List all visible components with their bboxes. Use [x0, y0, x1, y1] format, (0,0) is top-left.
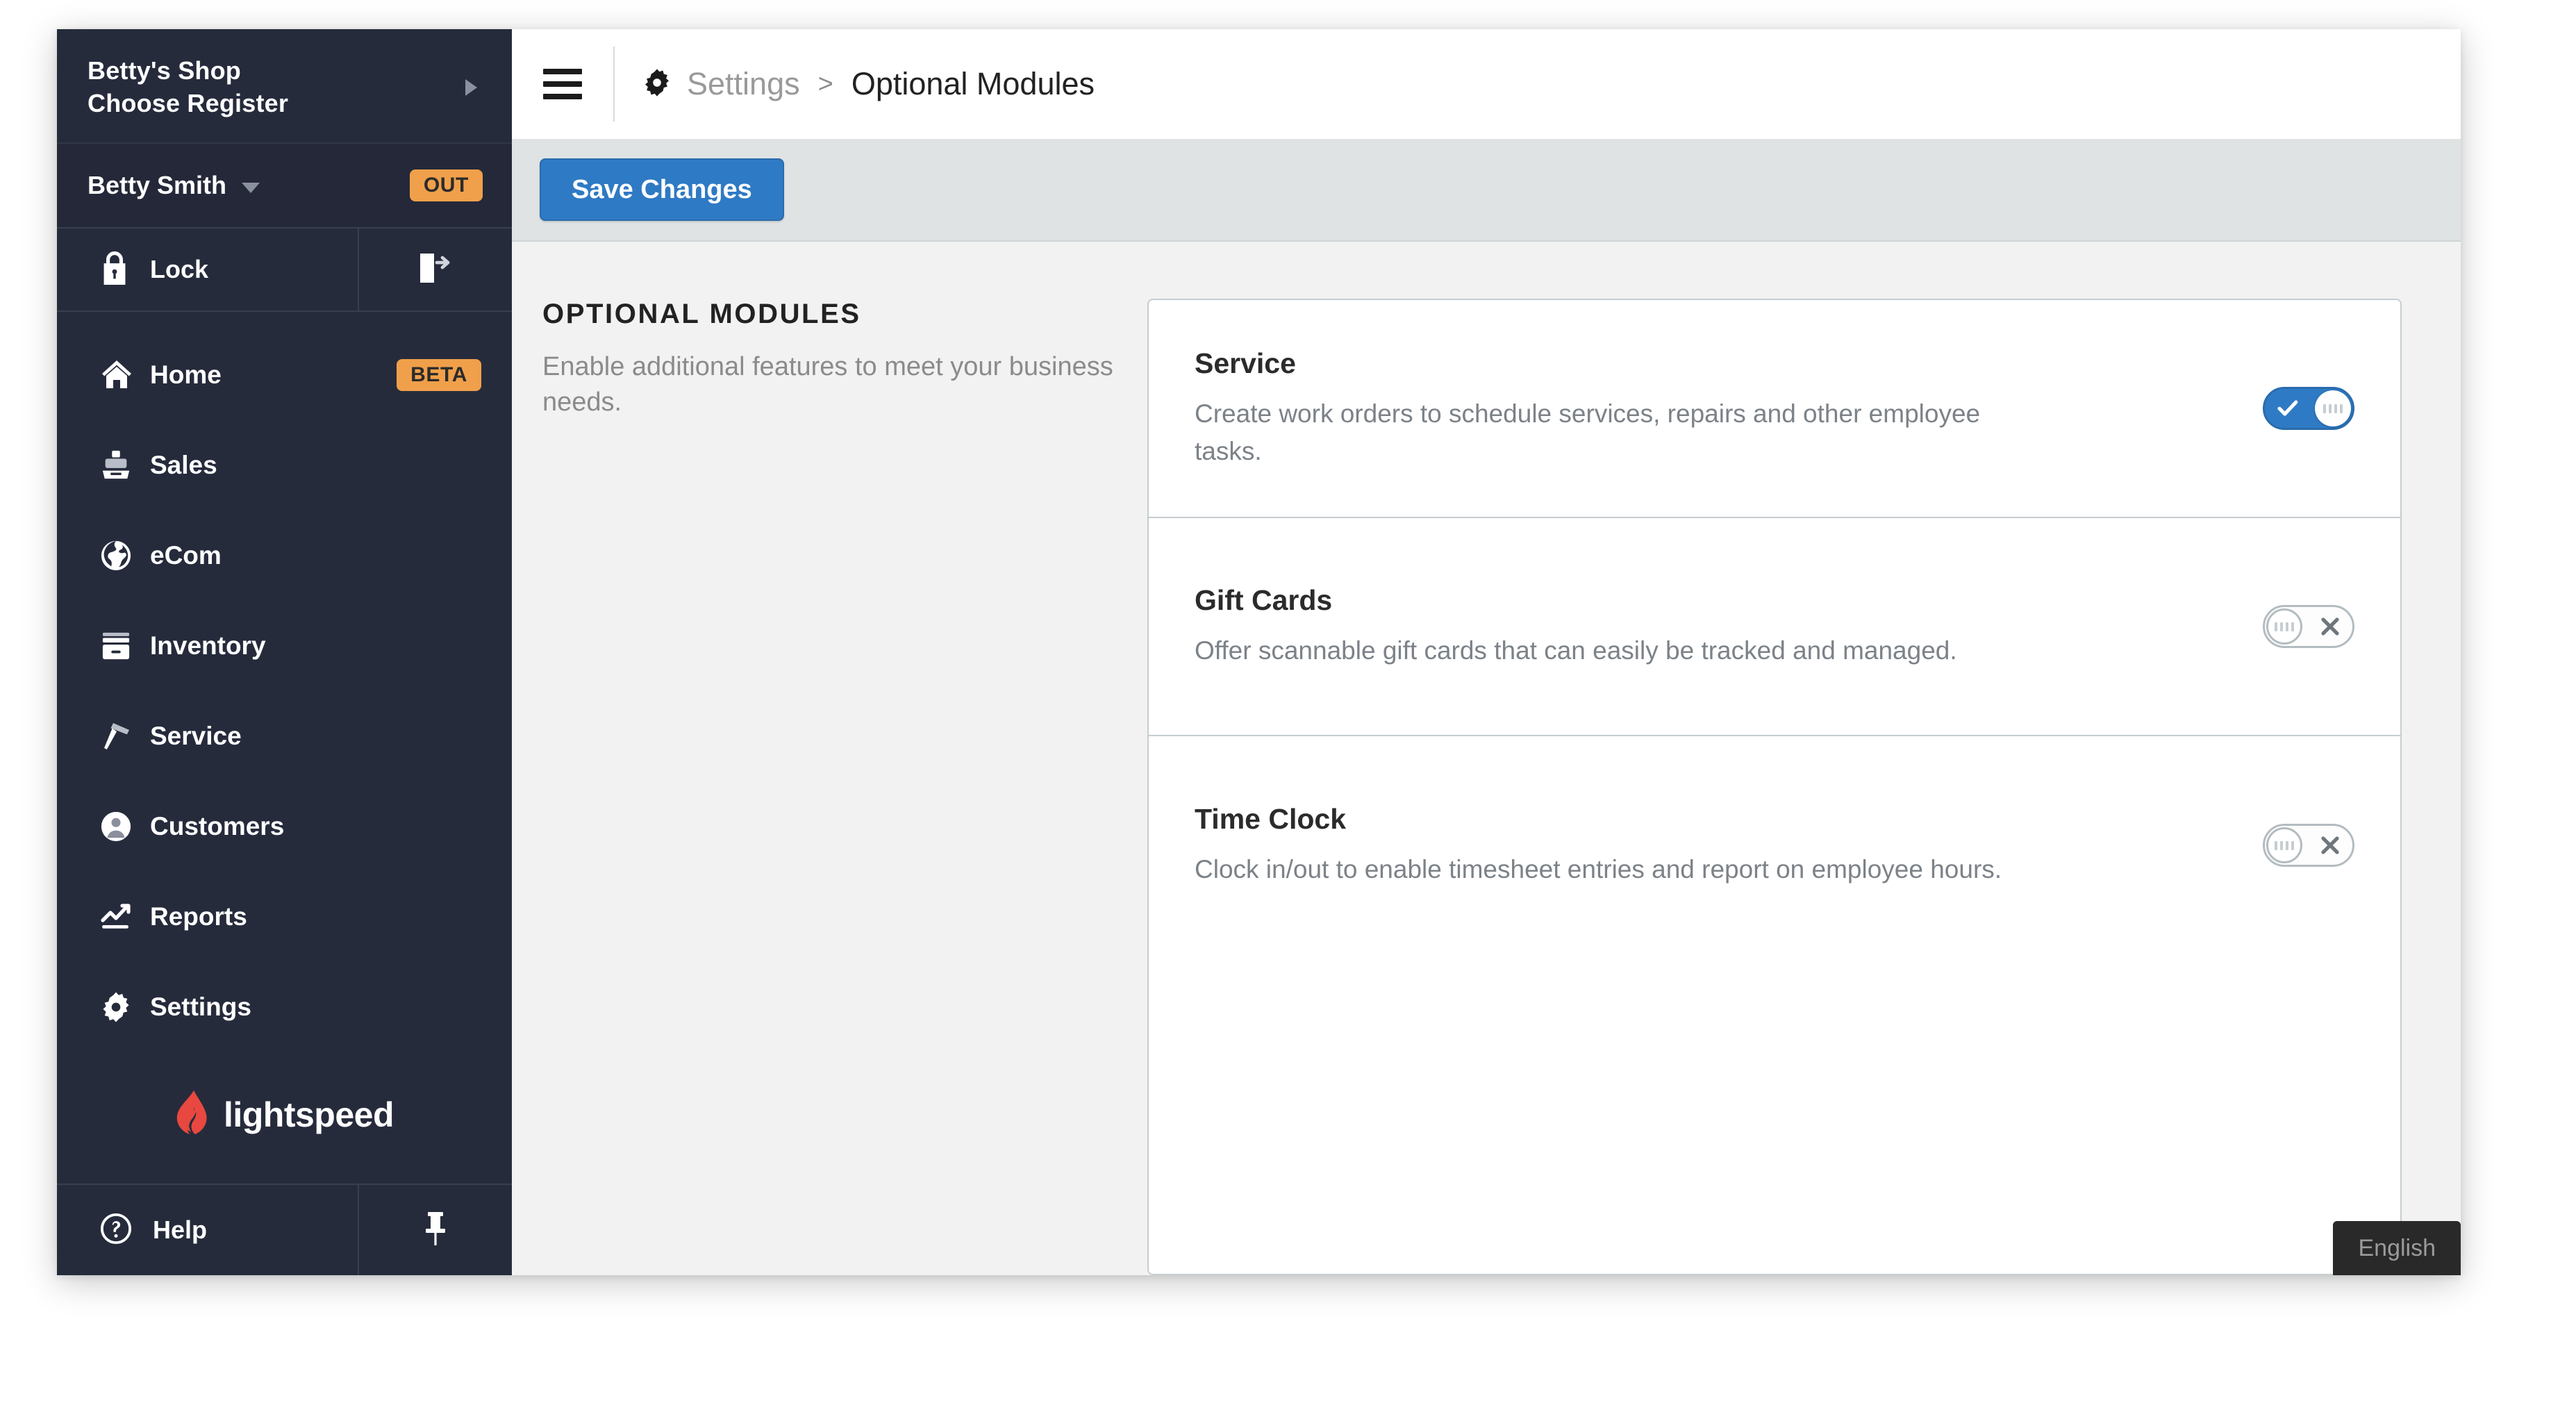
- x-icon: [2320, 617, 2340, 636]
- status-badge: OUT: [409, 169, 483, 201]
- lightspeed-flame-icon: [175, 1090, 213, 1138]
- chart-line-icon: [100, 903, 144, 931]
- lock-button[interactable]: Lock: [57, 229, 359, 310]
- help-row: Help: [57, 1184, 512, 1275]
- sidebar-item-inventory[interactable]: Inventory: [57, 601, 512, 691]
- sidebar-item-label: Settings: [150, 993, 251, 1021]
- hammer-icon: [100, 720, 144, 753]
- sidebar-nav: Home BETA Sales eCom Inventory Service C…: [57, 312, 512, 1052]
- module-row-service: Service Create work orders to schedule s…: [1149, 300, 2400, 518]
- sidebar-item-reports[interactable]: Reports: [57, 872, 512, 962]
- caret-right-icon: [465, 78, 477, 96]
- user-name: Betty Smith: [88, 171, 227, 199]
- breadcrumb: Settings > Optional Modules: [615, 66, 1095, 102]
- toggle-service[interactable]: [2263, 387, 2354, 430]
- sidebar-item-label: Home: [150, 360, 222, 389]
- module-description: Clock in/out to enable timesheet entries…: [1195, 854, 2002, 883]
- sidebar-item-customers[interactable]: Customers: [57, 781, 512, 872]
- lock-row: Lock: [57, 227, 512, 312]
- module-text: Service Create work orders to schedule s…: [1195, 347, 2263, 470]
- module-description: Create work orders to schedule services,…: [1195, 399, 1981, 465]
- shop-name: Betty's Shop: [88, 56, 241, 85]
- sidebar-item-label: Inventory: [150, 631, 266, 660]
- user-row[interactable]: Betty Smith OUT: [57, 142, 512, 227]
- pin-icon: [422, 1211, 449, 1250]
- toggle-knob: [2266, 608, 2302, 645]
- module-row-time-clock: Time Clock Clock in/out to enable timesh…: [1149, 736, 2400, 954]
- beta-badge: BETA: [397, 359, 481, 391]
- language-badge[interactable]: English: [2333, 1221, 2461, 1275]
- content-area: OPTIONAL MODULES Enable additional featu…: [512, 242, 2461, 1275]
- breadcrumb-separator: >: [817, 69, 833, 99]
- logout-icon: [417, 251, 454, 289]
- breadcrumb-parent[interactable]: Settings: [687, 66, 800, 102]
- toggle-time-clock[interactable]: [2263, 824, 2354, 867]
- sidebar-item-label: eCom: [150, 541, 222, 570]
- app-window: Betty's Shop Choose Register Betty Smith…: [57, 29, 2461, 1275]
- module-title: Service: [1195, 347, 1296, 380]
- top-bar: Settings > Optional Modules: [512, 29, 2461, 139]
- home-icon: [100, 359, 144, 391]
- logout-button[interactable]: [359, 229, 512, 310]
- shop-selector[interactable]: Betty's Shop Choose Register: [57, 29, 512, 142]
- drawer-icon: [100, 631, 144, 661]
- caret-down-icon[interactable]: [242, 182, 260, 193]
- question-circle-icon: [100, 1213, 132, 1248]
- module-title: Gift Cards: [1195, 583, 1333, 616]
- section-info: OPTIONAL MODULES Enable additional featu…: [512, 299, 1147, 1275]
- page-title: Optional Modules: [851, 66, 1095, 101]
- sidebar-item-label: Service: [150, 722, 242, 750]
- module-text: Gift Cards Offer scannable gift cards th…: [1195, 584, 2263, 669]
- shop-register-label: Choose Register: [88, 88, 289, 117]
- lightspeed-logo: lightspeed: [57, 1052, 512, 1184]
- section-title: OPTIONAL MODULES: [542, 299, 861, 329]
- toggle-knob: [2315, 390, 2351, 426]
- hamburger-icon[interactable]: [512, 29, 613, 139]
- check-icon: [2277, 399, 2298, 417]
- pin-button[interactable]: [359, 1185, 512, 1275]
- sidebar-item-sales[interactable]: Sales: [57, 420, 512, 511]
- action-toolbar: Save Changes: [512, 139, 2461, 242]
- save-changes-button[interactable]: Save Changes: [540, 158, 784, 221]
- cash-register-icon: [100, 449, 144, 481]
- gear-icon: [100, 991, 144, 1023]
- lightspeed-wordmark: lightspeed: [223, 1095, 394, 1134]
- section-description: Enable additional features to meet your …: [542, 352, 1113, 417]
- sidebar-item-home[interactable]: Home BETA: [57, 330, 512, 420]
- shop-names: Betty's Shop Choose Register: [88, 55, 288, 119]
- sidebar-item-ecom[interactable]: eCom: [57, 511, 512, 601]
- sidebar-item-service[interactable]: Service: [57, 691, 512, 781]
- sidebar-item-label: Customers: [150, 812, 285, 840]
- lock-icon: [100, 251, 129, 288]
- toggle-gift-cards[interactable]: [2263, 605, 2354, 648]
- screenshot-root: Betty's Shop Choose Register Betty Smith…: [0, 0, 2576, 1419]
- sidebar-item-label: Reports: [150, 902, 247, 931]
- x-icon: [2320, 836, 2340, 855]
- module-text: Time Clock Clock in/out to enable timesh…: [1195, 803, 2263, 888]
- gear-icon: [642, 68, 672, 101]
- main-area: Settings > Optional Modules Save Changes…: [512, 29, 2461, 1275]
- module-title: Time Clock: [1195, 802, 1346, 835]
- module-row-gift-cards: Gift Cards Offer scannable gift cards th…: [1149, 518, 2400, 736]
- sidebar-item-label: Sales: [150, 451, 217, 479]
- globe-icon: [100, 540, 144, 572]
- sidebar-item-settings[interactable]: Settings: [57, 962, 512, 1052]
- module-description: Offer scannable gift cards that can easi…: [1195, 636, 1957, 665]
- toggle-knob: [2266, 827, 2302, 863]
- lock-label: Lock: [150, 255, 209, 283]
- help-label: Help: [153, 1215, 208, 1244]
- modules-panel: Service Create work orders to schedule s…: [1147, 299, 2402, 1275]
- user-info: Betty Smith: [88, 171, 260, 200]
- sidebar: Betty's Shop Choose Register Betty Smith…: [57, 29, 512, 1275]
- person-circle-icon: [100, 811, 144, 843]
- help-button[interactable]: Help: [57, 1185, 359, 1275]
